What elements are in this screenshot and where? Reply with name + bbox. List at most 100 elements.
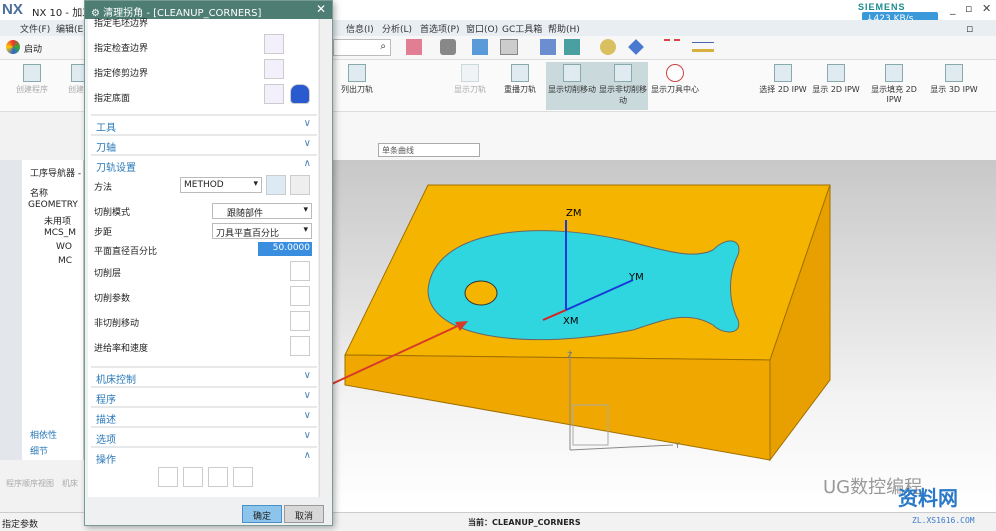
select-2d-ipw-button[interactable]: 选择 2D IPW [756, 62, 810, 110]
create-method-icon[interactable] [266, 175, 286, 195]
tree-item[interactable]: WO [56, 242, 72, 252]
section-options[interactable]: 选项 ∨ [91, 426, 317, 446]
status-current: 当前：CLEANUP_CORNERS [468, 518, 581, 527]
replay-icon[interactable] [183, 467, 203, 487]
floor-select-icon[interactable] [264, 84, 284, 104]
show-3d-ipw-button[interactable]: 显示 3D IPW [926, 62, 982, 110]
section-machine-control[interactable]: 机床控制 ∨ [91, 366, 317, 386]
section-tool[interactable]: 工具 ∨ [91, 114, 317, 134]
start-icon [6, 40, 20, 54]
wcs-label-y: Y [674, 441, 680, 450]
menu-preferences[interactable]: 首选项(P) [420, 22, 459, 35]
selection-filter-dropdown[interactable]: 单条曲线 [378, 143, 480, 157]
dialog-scrollbar[interactable] [319, 19, 331, 497]
operation-toolbar [333, 112, 996, 140]
list-toolpath-button[interactable]: 列出刀轨 [333, 62, 381, 110]
menu-analysis[interactable]: 分析(L) [382, 22, 412, 35]
show-filled-2d-ipw-button[interactable]: 显示填充 2D IPW [866, 62, 922, 110]
cancel-button[interactable]: 取消 [284, 505, 324, 523]
block-front-face [344, 354, 771, 461]
column-header-name[interactable]: 名称 [30, 186, 48, 199]
menu-help[interactable]: 帮助(H) [548, 22, 580, 35]
resource-bar [0, 160, 22, 460]
dialog-body: 指定毛坯边界 指定检查边界 指定修剪边界 指定底面 工具 ∨ 刀轴 ∨ 刀轨设置 ∧ … [88, 19, 318, 497]
cut-levels-icon[interactable] [290, 261, 310, 281]
render-style-icon[interactable] [440, 39, 456, 55]
section-description[interactable]: 描述 ∨ [91, 406, 317, 426]
measure-icon[interactable] [664, 39, 680, 55]
show-cut-moves-button[interactable]: 显示切削移动 [546, 62, 598, 110]
restore-button[interactable]: ▫ [965, 2, 972, 15]
doc-restore-button[interactable]: ▫ [966, 22, 973, 35]
dialog-close-button[interactable]: ✕ [316, 2, 326, 16]
verify-icon[interactable] [208, 467, 228, 487]
cut-pattern-dropdown[interactable]: 跟随部件 [212, 203, 312, 219]
show-2d-ipw-button[interactable]: 显示 2D IPW [810, 62, 862, 110]
noncut-moves-icon[interactable] [290, 311, 310, 331]
background-icon[interactable] [500, 39, 518, 55]
stepover-dropdown[interactable]: 刀具平直百分比 [212, 223, 312, 239]
shaded-icon[interactable] [472, 39, 488, 55]
create-program-button[interactable]: 创建程序 [8, 62, 56, 110]
trim-boundary-select-icon[interactable] [264, 59, 284, 79]
tree-item[interactable]: MC [58, 256, 72, 266]
specify-blank-boundary-label: 指定毛坯边界 [94, 19, 149, 29]
section-program[interactable]: 程序 ∨ [91, 386, 317, 406]
show-tool-center-button[interactable]: 显示刀具中心 [650, 62, 700, 110]
clip-icon[interactable] [564, 39, 580, 55]
specify-floor-label: 指定底面 [94, 94, 131, 104]
menu-edit[interactable]: 编辑(E) [56, 22, 87, 35]
dimension-icon[interactable] [692, 42, 714, 52]
stepover-label: 步距 [94, 228, 113, 238]
show-toolpath-button[interactable]: 显示刀轨 [446, 62, 494, 110]
flashlight-display-icon[interactable] [290, 84, 310, 104]
list-icon[interactable] [233, 467, 253, 487]
program-order-view-button[interactable]: 程序顺序视图 [6, 478, 54, 489]
graphics-viewport[interactable]: ZM YM XM Z Y UG数控编程 资料网 [333, 160, 996, 512]
point-icon[interactable] [628, 39, 644, 55]
axis-label-xm: XM [563, 316, 578, 327]
feeds-speeds-icon[interactable] [290, 336, 310, 356]
close-button[interactable]: ✕ [982, 2, 991, 15]
nx-logo: NX [2, 1, 23, 18]
part-model: ZM YM XM Z Y UG数控编程 资料网 [344, 184, 958, 510]
check-boundary-select-icon[interactable] [264, 34, 284, 54]
machine-view-button[interactable]: 机床 [62, 478, 78, 489]
tree-item[interactable]: MCS_M [44, 228, 76, 238]
details-section[interactable]: 细节 [30, 444, 48, 457]
site-url-watermark: ZL.XS1616.COM [912, 516, 975, 525]
axis-label-ym: YM [628, 272, 644, 283]
specify-trim-boundary-label: 指定修剪边界 [94, 69, 149, 79]
axis-label-zm: ZM [566, 208, 581, 219]
menu-gc-toolbox[interactable]: GC工具箱 [502, 22, 542, 35]
site-logo: 资料网 [898, 486, 958, 510]
minimize-button[interactable]: _ [950, 2, 956, 15]
dependencies-section[interactable]: 相依性 [30, 428, 57, 441]
tree-item[interactable]: 未用项 [44, 214, 71, 227]
start-button[interactable]: 启动 [24, 42, 42, 55]
show-noncut-moves-button[interactable]: 显示非切削移动 [598, 62, 648, 110]
percent-input[interactable]: 50.0000 [258, 242, 312, 256]
edit-method-icon[interactable] [290, 175, 310, 195]
fit-view-icon[interactable] [406, 39, 422, 55]
cutting-params-label: 切削参数 [94, 294, 131, 304]
noncut-moves-label: 非切削移动 [94, 319, 140, 329]
command-search[interactable]: ⌕ [333, 39, 391, 56]
menu-window[interactable]: 窗口(O) [466, 22, 498, 35]
ok-button[interactable]: 确定 [242, 505, 282, 523]
method-label: 方法 [94, 183, 113, 193]
status-prompt: 指定参数 [2, 520, 39, 530]
section-view-icon[interactable] [540, 39, 556, 55]
generate-icon[interactable] [158, 467, 178, 487]
section-actions[interactable]: 操作 ∧ [91, 446, 317, 466]
section-path-settings[interactable]: 刀轨设置 ∧ [91, 154, 317, 174]
menu-file[interactable]: 文件(F) [20, 22, 50, 35]
method-dropdown[interactable]: METHOD [180, 177, 262, 193]
cutting-params-icon[interactable] [290, 286, 310, 306]
snap-icon[interactable] [600, 39, 616, 55]
tree-item[interactable]: GEOMETRY [28, 200, 78, 210]
brand: SIEMENS [858, 2, 906, 12]
section-tool-axis[interactable]: 刀轴 ∨ [91, 134, 317, 154]
menu-info[interactable]: 信息(I) [346, 22, 374, 35]
replay-toolpath-button[interactable]: 重播刀轨 [496, 62, 544, 110]
